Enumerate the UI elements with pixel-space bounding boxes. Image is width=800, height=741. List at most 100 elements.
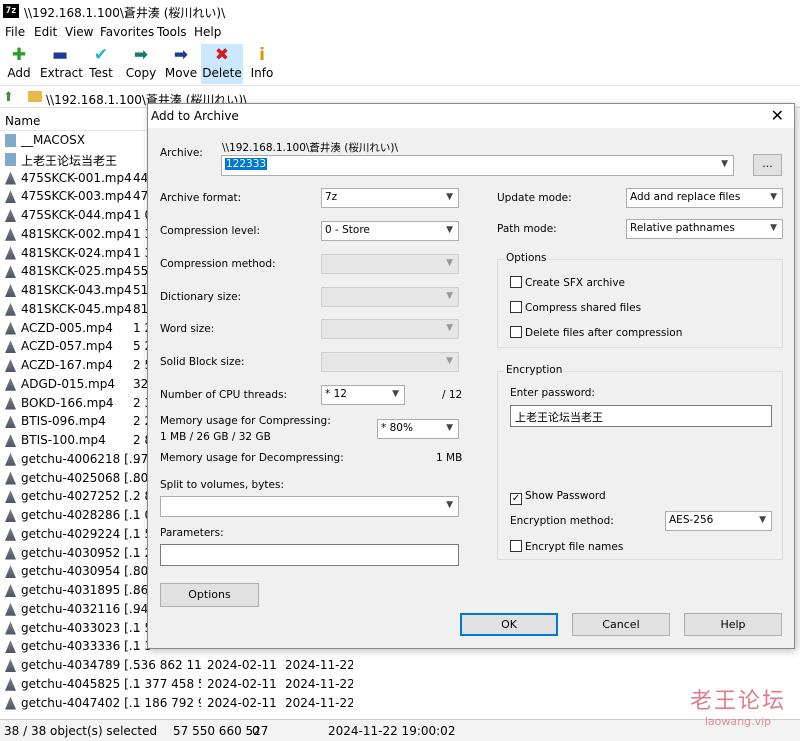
- menu-edit[interactable]: Edit: [34, 25, 57, 39]
- video-file-icon: [5, 227, 16, 241]
- move-label: Move: [164, 66, 198, 80]
- file-name: getchu-4045825 [...: [21, 676, 141, 691]
- chevron-down-icon: ▼: [446, 423, 453, 433]
- delete-after-checkbox[interactable]: Delete files after compression: [510, 326, 682, 339]
- file-modified: 2024-02-11...: [207, 658, 277, 672]
- video-file-icon: [5, 452, 16, 466]
- chevron-down-icon: ▼: [446, 291, 453, 301]
- mem-compress-select[interactable]: * 80% ▼: [377, 419, 459, 439]
- menu-view[interactable]: View: [65, 25, 93, 39]
- mem-compress-label: Memory usage for Compressing:: [160, 415, 331, 427]
- solid-block-select: ▼: [321, 352, 459, 372]
- archive-format-select[interactable]: 7z ▼: [321, 188, 459, 208]
- close-icon[interactable]: ✕: [771, 106, 784, 125]
- add-to-archive-dialog: Add to Archive ✕ Archive: \\192.168.1.10…: [147, 103, 795, 649]
- menu-favorites[interactable]: Favorites: [100, 25, 154, 39]
- encryption-group-title: Encryption: [504, 364, 565, 376]
- file-row[interactable]: getchu-4045825 [...1 377 458 5... 2024-02…: [0, 675, 800, 694]
- file-name: getchu-4029224 [...: [21, 526, 141, 541]
- enc-method-select[interactable]: AES-256 ▼: [665, 511, 772, 531]
- sfx-label: Create SFX archive: [525, 277, 626, 289]
- word-size-select: ▼: [321, 319, 459, 339]
- file-name: getchu-4030952 [...: [21, 545, 141, 560]
- test-button[interactable]: ✔ Test: [86, 44, 116, 84]
- video-file-icon: [5, 490, 16, 504]
- copy-button[interactable]: ➡ Copy: [124, 44, 158, 84]
- show-password-checkbox[interactable]: ✓ Show Password: [510, 490, 606, 505]
- file-name: ACZD-057.mp4: [21, 339, 113, 354]
- file-row[interactable]: getchu-4034789 [...536 862 119 2024-02-11…: [0, 656, 800, 675]
- info-button[interactable]: i Info: [248, 44, 276, 84]
- path-mode-select[interactable]: Relative pathnames ▼: [626, 219, 783, 239]
- video-file-icon: [5, 659, 16, 672]
- enc-method-value: AES-256: [669, 514, 714, 526]
- sfx-checkbox[interactable]: Create SFX archive: [510, 276, 625, 289]
- delete-button[interactable]: ✖ Delete: [201, 44, 243, 84]
- watermark: 老王论坛 laowang.vip: [690, 683, 786, 728]
- archive-label: Archive:: [160, 147, 203, 159]
- menu-tools[interactable]: Tools: [157, 25, 187, 39]
- encrypt-names-label: Encrypt file names: [525, 541, 624, 553]
- enc-method-label: Encryption method:: [510, 515, 614, 527]
- info-icon: i: [259, 45, 265, 65]
- update-mode-value: Add and replace files: [630, 191, 741, 203]
- checkbox-box: [510, 540, 522, 552]
- up-folder-icon[interactable]: ⬆: [3, 90, 14, 105]
- extract-button[interactable]: ▬ Extract: [40, 44, 83, 84]
- move-button[interactable]: ➡ Move: [164, 44, 198, 84]
- video-file-icon: [5, 209, 16, 222]
- path-mode-value: Relative pathnames: [630, 222, 735, 234]
- video-file-icon: [5, 546, 16, 560]
- menu-file[interactable]: File: [5, 25, 25, 39]
- file-name: getchu-4033336 [...: [21, 639, 141, 654]
- file-created: 2024-11-22...: [285, 676, 353, 691]
- password-input[interactable]: 上老王论坛当老王: [510, 405, 772, 427]
- options-button[interactable]: Options: [160, 583, 259, 607]
- file-name: 481SKCK-043.mp4: [21, 283, 132, 297]
- options-group-title: Options: [504, 252, 549, 264]
- chevron-down-icon: ▼: [392, 389, 399, 399]
- chevron-down-icon: ▼: [446, 192, 453, 202]
- file-created: 2024-11-22...: [285, 658, 353, 672]
- dialog-titlebar: Add to Archive ✕: [148, 104, 794, 128]
- add-button[interactable]: ✚ Add: [4, 44, 34, 84]
- file-name: BTIS-096.mp4: [21, 414, 106, 429]
- file-name: 481SKCK-025.mp4: [21, 264, 132, 279]
- archive-name-combo[interactable]: 122333 ▼: [221, 155, 734, 176]
- video-file-icon: [5, 621, 16, 635]
- video-file-icon: [5, 190, 16, 204]
- video-file-icon: [5, 602, 16, 616]
- file-name: getchu-4027252 [...: [21, 489, 141, 504]
- update-mode-select[interactable]: Add and replace files ▼: [626, 188, 783, 208]
- file-name: getchu-4032116 [...: [21, 601, 141, 616]
- chevron-down-icon: ▼: [446, 225, 453, 235]
- file-name: getchu-4028286 [...: [21, 508, 141, 522]
- delete-x-icon: ✖: [214, 45, 230, 65]
- archive-name-value: 122333: [225, 158, 268, 170]
- file-name: 481SKCK-045.mp4: [21, 301, 132, 316]
- cpu-threads-max: / 12: [442, 389, 463, 401]
- cancel-button[interactable]: Cancel: [572, 613, 670, 636]
- cpu-threads-select[interactable]: * 12 ▼: [321, 385, 405, 405]
- shared-files-checkbox[interactable]: Compress shared files: [510, 301, 641, 314]
- archive-format-value: 7z: [325, 191, 338, 203]
- window-titlebar: 7z \\192.168.1.100\蒼井湊 (桜川れい)\: [0, 0, 800, 24]
- file-name: getchu-4033023 [...: [21, 620, 141, 635]
- video-file-icon: [5, 640, 16, 654]
- chevron-down-icon: ▼: [446, 356, 453, 366]
- status-selected: 38 / 38 object(s) selected: [4, 724, 158, 738]
- help-button[interactable]: Help: [684, 613, 782, 636]
- browse-button[interactable]: ...: [753, 154, 782, 176]
- chevron-down-icon: ▼: [721, 159, 728, 169]
- video-file-icon: [5, 171, 16, 185]
- status-bar: 38 / 38 object(s) selected 57 550 660 52…: [0, 719, 800, 741]
- encrypt-names-checkbox[interactable]: Encrypt file names: [510, 540, 623, 553]
- compression-level-select[interactable]: 0 - Store ▼: [321, 221, 459, 241]
- split-volumes-combo[interactable]: ▼: [160, 496, 459, 517]
- menu-help[interactable]: Help: [194, 25, 221, 39]
- mem-compress-value: * 80%: [381, 422, 413, 434]
- ok-button[interactable]: OK: [460, 613, 558, 636]
- parameters-input[interactable]: [160, 544, 459, 566]
- column-header-name[interactable]: Name: [5, 114, 40, 128]
- file-row[interactable]: getchu-4047402 [...1 186 792 9... 2024-02…: [0, 694, 800, 713]
